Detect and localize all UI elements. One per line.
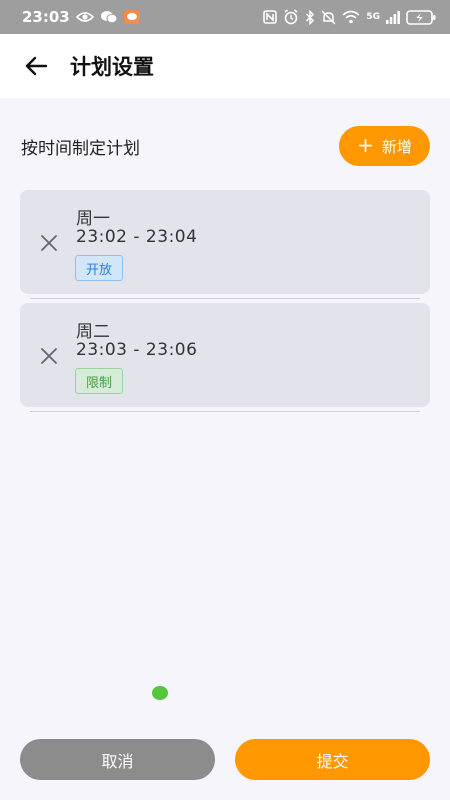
- battery-icon: [406, 9, 436, 25]
- add-plan-label: 新增: [381, 137, 412, 156]
- eye-icon: [75, 11, 94, 23]
- nfc-icon: [263, 10, 278, 24]
- status-bar-right: 5G: [263, 9, 436, 25]
- submit-button[interactable]: 提交: [235, 739, 430, 780]
- network-type: 5G: [366, 12, 380, 22]
- divider: [30, 298, 420, 299]
- plan-status-badge: 开放: [75, 255, 124, 281]
- close-icon: [41, 235, 57, 251]
- plus-icon: +: [357, 133, 374, 157]
- plan-time-range: 23:03 - 23:06: [76, 340, 198, 360]
- delete-plan-button[interactable]: [36, 343, 62, 369]
- delete-plan-button[interactable]: [36, 230, 62, 256]
- plan-card[interactable]: 周一 23:02 - 23:04 开放: [20, 190, 430, 294]
- page-title: 计划设置: [70, 55, 154, 79]
- mute-bell-icon: [321, 9, 336, 25]
- bluetooth-icon: [305, 9, 315, 25]
- plan-status-badge: 限制: [75, 368, 124, 394]
- plan-card[interactable]: 周二 23:03 - 23:06 限制: [20, 303, 430, 407]
- signal-icon: [386, 10, 400, 24]
- wifi-icon: [342, 10, 360, 24]
- status-bar-left: 23:03: [22, 8, 140, 26]
- section-title: 按时间制定计划: [21, 139, 140, 159]
- plan-day: 周一: [76, 209, 110, 229]
- message-app-icon: [123, 10, 140, 24]
- status-bar: 23:03 5G: [0, 0, 450, 34]
- add-plan-button[interactable]: + 新增: [339, 126, 430, 166]
- alarm-icon: [283, 9, 299, 25]
- divider: [30, 411, 420, 412]
- floating-indicator-dot[interactable]: [152, 686, 168, 700]
- wechat-icon: [100, 10, 118, 24]
- plan-time-range: 23:02 - 23:04: [76, 227, 198, 247]
- back-button[interactable]: [14, 44, 58, 88]
- arrow-left-icon: [25, 56, 48, 76]
- status-time: 23:03: [22, 8, 70, 26]
- cancel-button[interactable]: 取消: [20, 739, 215, 780]
- close-icon: [41, 348, 57, 364]
- app-header: 计划设置: [0, 34, 450, 98]
- plan-day: 周二: [76, 322, 110, 342]
